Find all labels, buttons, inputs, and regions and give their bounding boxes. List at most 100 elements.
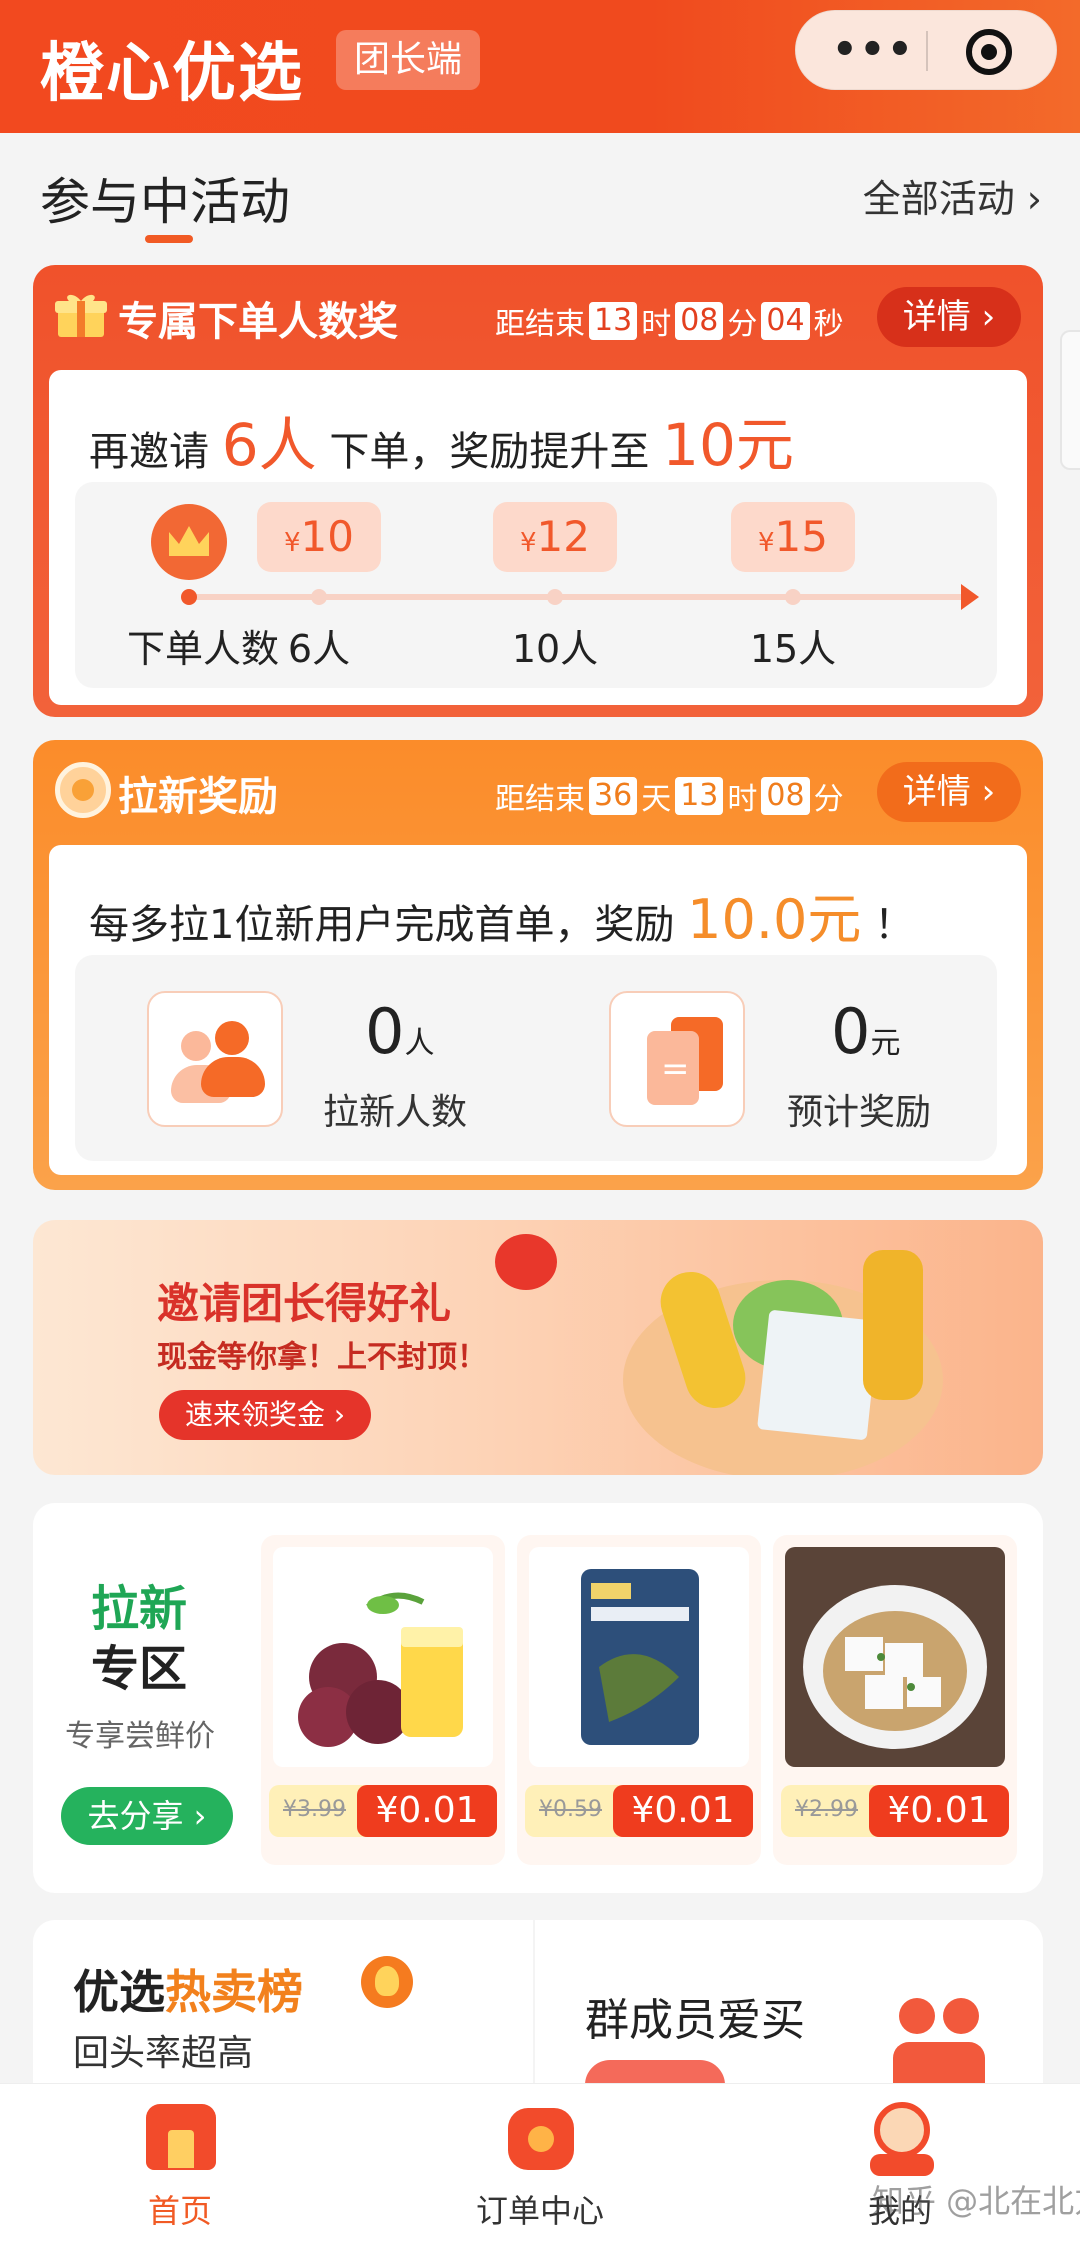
price-row: ¥0.59 ¥0.01 [525, 1785, 753, 1837]
tab-orders[interactable]: 订单中心 [440, 2084, 640, 2241]
oil-bottle-image [863, 1250, 923, 1400]
hot-sales-subtitle: 回头率超高 [73, 2033, 254, 2074]
price-row: ¥3.99 ¥0.01 [269, 1785, 497, 1837]
promo-price: ¥0.01 [613, 1785, 753, 1837]
home-icon [140, 2098, 220, 2174]
order-reward-detail-button[interactable]: 详情 › [877, 287, 1021, 347]
countdown-minutes: 08 [761, 777, 810, 815]
promo-price: ¥0.01 [357, 1785, 497, 1837]
watermark-text: 知乎 @北在北方 [872, 2182, 1080, 2220]
promo-price: ¥0.01 [869, 1785, 1009, 1837]
people-icon [147, 991, 283, 1127]
estimated-reward: 0元 [831, 995, 901, 1068]
tab-home[interactable]: 首页 [80, 2084, 280, 2241]
brand-title: 橙心优选 [40, 37, 304, 111]
new-user-count-label: 拉新人数 [323, 1092, 468, 1133]
crown-icon [151, 504, 227, 580]
tab-home-label: 首页 [147, 2192, 212, 2230]
scroll-right-arrow-icon[interactable] [961, 584, 979, 610]
fire-icon [361, 1956, 413, 2008]
share-button[interactable]: 去分享 › [61, 1787, 233, 1845]
claim-bonus-button[interactable]: 速来领奖金 › [159, 1390, 372, 1440]
tab-orders-label: 订单中心 [475, 2192, 604, 2230]
invite-mid-text: 下单，奖励提升至 [329, 429, 650, 475]
new-user-reward-body: 每多拉1位新用户完成首单，奖励 10.0元 ！ 0人 拉新人数 0元 预计奖励 [49, 845, 1027, 1175]
invite-pre-text: 再邀请 [89, 429, 209, 475]
tier-dot [785, 589, 801, 605]
order-count-reward-card: 专属下单人数奖 距结束 13 时 08 分 04 秒 详情 › 再邀请 6人 下… [33, 265, 1043, 717]
product-card[interactable]: ¥0.59 ¥0.01 [517, 1535, 761, 1865]
miniapp-capsule: ••• [795, 10, 1057, 90]
countdown-prefix: 距结束 [495, 307, 585, 342]
countdown-minutes: 08 [675, 302, 724, 340]
tier-label: 15人 [749, 627, 837, 671]
tier-dot-start [181, 589, 197, 605]
countdown-minutes-unit: 分 [727, 307, 758, 342]
capsule-divider [926, 31, 928, 71]
countdown-minutes-unit: 分 [813, 782, 844, 817]
desc-post-text: ！ [874, 902, 915, 948]
salt-bag-image [757, 1309, 879, 1441]
original-price: ¥3.99 [283, 1797, 346, 1822]
tomato-image [495, 1234, 557, 1290]
desc-pre-text: 每多拉1位新用户完成首单，奖励 [89, 902, 675, 948]
original-price: ¥0.59 [539, 1797, 602, 1822]
new-user-reward-card: 拉新奖励 距结束 36 天 13 时 08 分 详情 › 每多拉1位新用户完成首… [33, 740, 1043, 1190]
invite-count: 6人 [221, 411, 317, 479]
tier-reward-pill: ¥10 [257, 502, 381, 572]
section-title-underline [145, 235, 193, 243]
invite-leader-banner[interactable]: 邀请团长得好礼 现金等你拿！上不封顶！ 速来领奖金 › [33, 1220, 1043, 1475]
zone-subtitle: 专享尝鲜价 [65, 1719, 215, 1754]
seaweed-pack-image [529, 1547, 749, 1767]
countdown-seconds-unit: 秒 [813, 307, 844, 342]
countdown-days: 36 [589, 777, 638, 815]
order-reward-title: 专属下单人数奖 [118, 299, 398, 345]
banner-title: 邀请团长得好礼 [157, 1279, 452, 1328]
tier-reward-pill: ¥15 [731, 502, 855, 572]
estimated-reward-label: 预计奖励 [787, 1092, 932, 1133]
new-user-desc: 每多拉1位新用户完成首单，奖励 10.0元 ！ [89, 875, 914, 954]
new-user-zone: 拉新 专区 专享尝鲜价 去分享 › ¥3.99 ¥0.01 ¥0.59 ¥0.0… [33, 1503, 1043, 1893]
reward-doc-icon [609, 991, 745, 1127]
new-user-stats: 0人 拉新人数 0元 预计奖励 [75, 955, 997, 1161]
desc-amount: 10.0元 [687, 888, 862, 951]
countdown-seconds: 04 [761, 302, 810, 340]
tier-dot [311, 589, 327, 605]
order-bag-icon [500, 2098, 580, 2174]
all-activities-link[interactable]: 全部活动 › [863, 168, 1042, 223]
tier-progress-line [185, 594, 975, 600]
product-card[interactable]: ¥2.99 ¥0.01 [773, 1535, 1017, 1865]
product-card[interactable]: ¥3.99 ¥0.01 [261, 1535, 505, 1865]
original-price: ¥2.99 [795, 1797, 858, 1822]
new-user-detail-button[interactable]: 详情 › [877, 762, 1021, 822]
gift-icon [55, 294, 107, 337]
banner-subtitle: 现金等你拿！上不封顶！ [157, 1340, 487, 1375]
profile-icon [860, 2098, 940, 2176]
tier-label: 10人 [511, 627, 599, 671]
new-user-reward-title: 拉新奖励 [118, 774, 278, 820]
invite-progress-text: 再邀请 6人 下单，奖励提升至 10元 [89, 398, 794, 482]
tier-label: 6人 [287, 627, 351, 671]
more-menu-button[interactable]: ••• [832, 30, 915, 70]
zone-title-line2: 专区 [91, 1641, 188, 1697]
side-scroll-indicator[interactable] [1060, 330, 1080, 470]
countdown-prefix: 距结束 [495, 782, 585, 817]
group-favorites-title: 群成员爱买 [585, 1995, 805, 2046]
tofu-dish-image [785, 1547, 1005, 1767]
price-row: ¥2.99 ¥0.01 [781, 1785, 1009, 1837]
countdown-hours: 13 [589, 302, 638, 340]
countdown-hours-unit: 时 [641, 307, 672, 342]
tier-reward-pill: ¥12 [493, 502, 617, 572]
close-miniapp-icon[interactable] [966, 29, 1012, 75]
invite-amount: 10元 [662, 411, 794, 479]
countdown-days-unit: 天 [641, 782, 672, 817]
section-title: 参与中活动 [40, 173, 290, 231]
app-header: 橙心优选 团长端 ••• [0, 0, 1080, 133]
order-reward-body: 再邀请 6人 下单，奖励提升至 10元 下单人数 ¥10 6人 ¥12 10人 … [49, 370, 1027, 705]
coin-icon [55, 762, 111, 818]
countdown-hours: 13 [675, 777, 724, 815]
new-user-count: 0人 [365, 995, 435, 1068]
countdown-hours-unit: 时 [727, 782, 758, 817]
new-user-countdown: 距结束 36 天 13 时 08 分 [495, 774, 844, 818]
reward-tier-track: 下单人数 ¥10 6人 ¥12 10人 ¥15 15人 [75, 482, 997, 688]
